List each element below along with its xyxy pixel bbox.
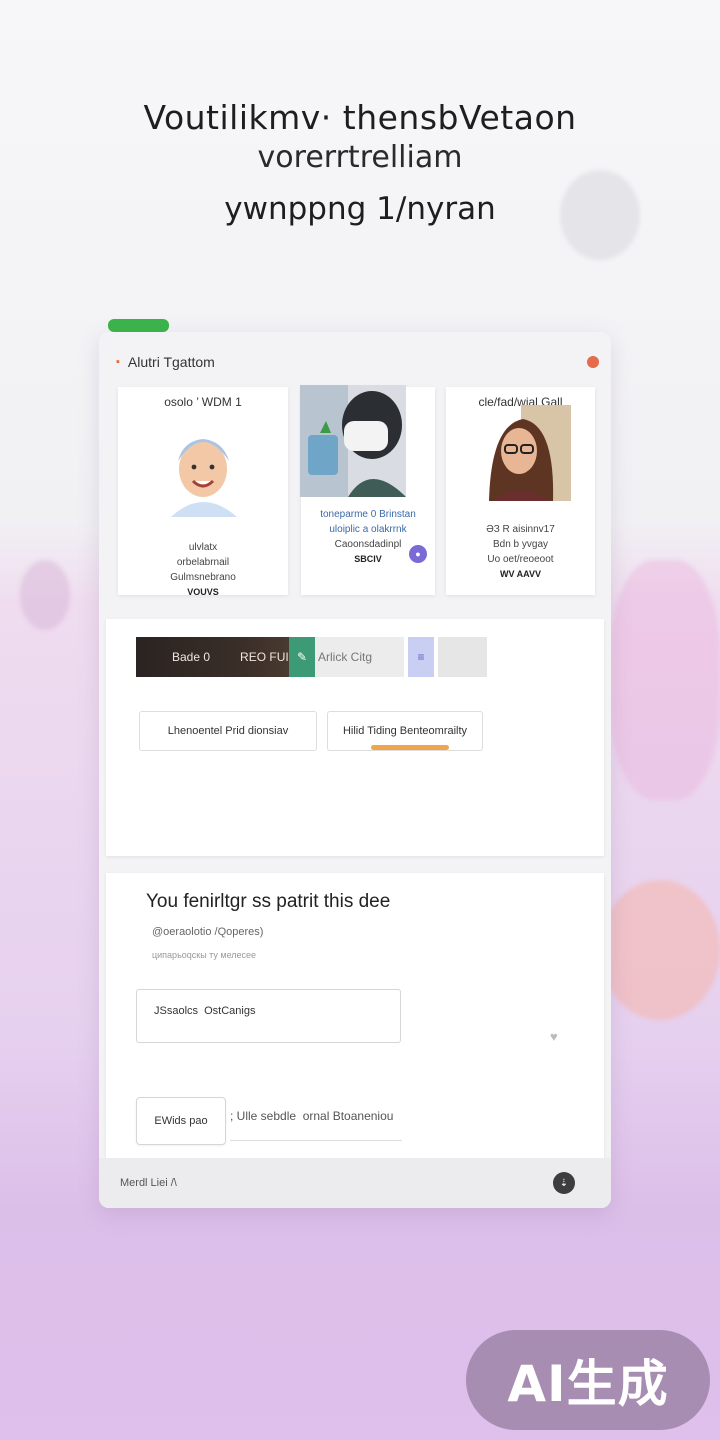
- toolbar-blank-button[interactable]: [438, 637, 487, 677]
- app-window: ▪ Alutri Tgattom osolo ’ WDM 1 ulvlatx o…: [99, 332, 611, 1208]
- background-splash: [20, 560, 70, 630]
- helper-text: ; Ulle sebdle ‌ ornal Btoaneniou: [230, 1109, 394, 1123]
- background-splash: [600, 880, 720, 1020]
- menu-icon[interactable]: ≡: [408, 637, 434, 677]
- hero-line-2: vorerrtrelliam: [257, 140, 463, 175]
- form-heading: You fenirltgr ss patrit this dee: [146, 891, 391, 912]
- ai-generated-badge: AI生成: [466, 1330, 710, 1430]
- toolbar-dropdown[interactable]: Arlick Citg: [315, 637, 404, 677]
- chat-bubble-icon[interactable]: ●: [409, 545, 427, 563]
- form-panel: You fenirltgr ss patrit this dee @oeraol…: [106, 873, 604, 1158]
- filter-panel: Bade 0 REO FUI ✎ Arlick Citg ≡ Lhenoente…: [106, 619, 604, 856]
- hero-heading: Voutili⁠kmv· thensbVetaon vorerrtrelliam…: [0, 96, 720, 232]
- footer-label: Merdl Liei /\: [120, 1177, 177, 1189]
- card-tag: VOUVS: [187, 587, 219, 597]
- card-line: ulvlatx: [188, 542, 218, 553]
- app-logo-icon: ▪: [116, 356, 120, 368]
- tab-left[interactable]: Lhenoentel Prid dionsiav: [139, 711, 317, 751]
- toolbar: Bade 0 REO FUI ✎ Arlick Citg ≡: [136, 637, 487, 677]
- card-line: orbelabrnail: [176, 557, 230, 568]
- card-line: ƏЗ R aisinnv17: [486, 524, 555, 535]
- profile-card[interactable]: toneparme 0 Brinstan uloiplic a olakrrnk…: [300, 385, 435, 595]
- download-icon[interactable]: ⇣: [553, 1172, 575, 1194]
- profile-card[interactable]: osolo ’ WDM 1 ulvlatx orbelabrnail Gulms…: [118, 387, 288, 597]
- card-line: uloiplic a olakrrnk: [329, 524, 407, 535]
- window-title: Alutri Tgattom: [127, 354, 215, 370]
- profile-card[interactable]: cle/fad/wial Gall ƏЗ R aisinnv17 Bdn b y…: [446, 387, 595, 595]
- secondary-button[interactable]: EWids pao: [136, 1097, 226, 1145]
- card-photo: [300, 385, 406, 497]
- card-line: Gulmsnebrano: [170, 572, 236, 583]
- heart-icon[interactable]: ♥: [550, 1029, 558, 1044]
- window-accent-bar: [108, 319, 169, 332]
- media-button[interactable]: Bade 0 REO FUI: [136, 637, 289, 677]
- window-header: ▪ Alutri Tgattom: [99, 348, 611, 376]
- card-line: toneparme 0 Brinstan: [320, 509, 416, 520]
- close-icon[interactable]: [587, 356, 599, 368]
- hero-line-1: Voutili⁠kmv· thensbVetaon: [143, 98, 577, 137]
- hero-line-3: ywnppng 1/nyran: [224, 191, 496, 227]
- avatar: [153, 417, 253, 517]
- form-subtitle: @oeraolotio /Qoperes): [152, 926, 264, 938]
- card-caption: osolo ’ WDM 1: [164, 395, 242, 409]
- media-button-label: Bade 0: [172, 650, 211, 664]
- card-line: Bdn b yvgay: [492, 539, 549, 550]
- active-tab-indicator: [371, 745, 449, 750]
- window-footer: Merdl Liei /\ ⇣: [99, 1158, 611, 1208]
- card-line: Uo oet/reoeoot: [487, 554, 554, 565]
- text-field[interactable]: JSsaolcs ‌ OstCanigs: [136, 989, 401, 1043]
- background-splash: [610, 560, 720, 800]
- form-note: ципарьоqскы ту мелесее: [152, 950, 257, 960]
- avatar: [488, 405, 571, 501]
- card-tag: WV AAVV: [499, 569, 541, 579]
- edit-icon[interactable]: ✎: [289, 637, 315, 677]
- divider: [230, 1140, 402, 1141]
- media-button-extra: REO FUI: [240, 650, 289, 664]
